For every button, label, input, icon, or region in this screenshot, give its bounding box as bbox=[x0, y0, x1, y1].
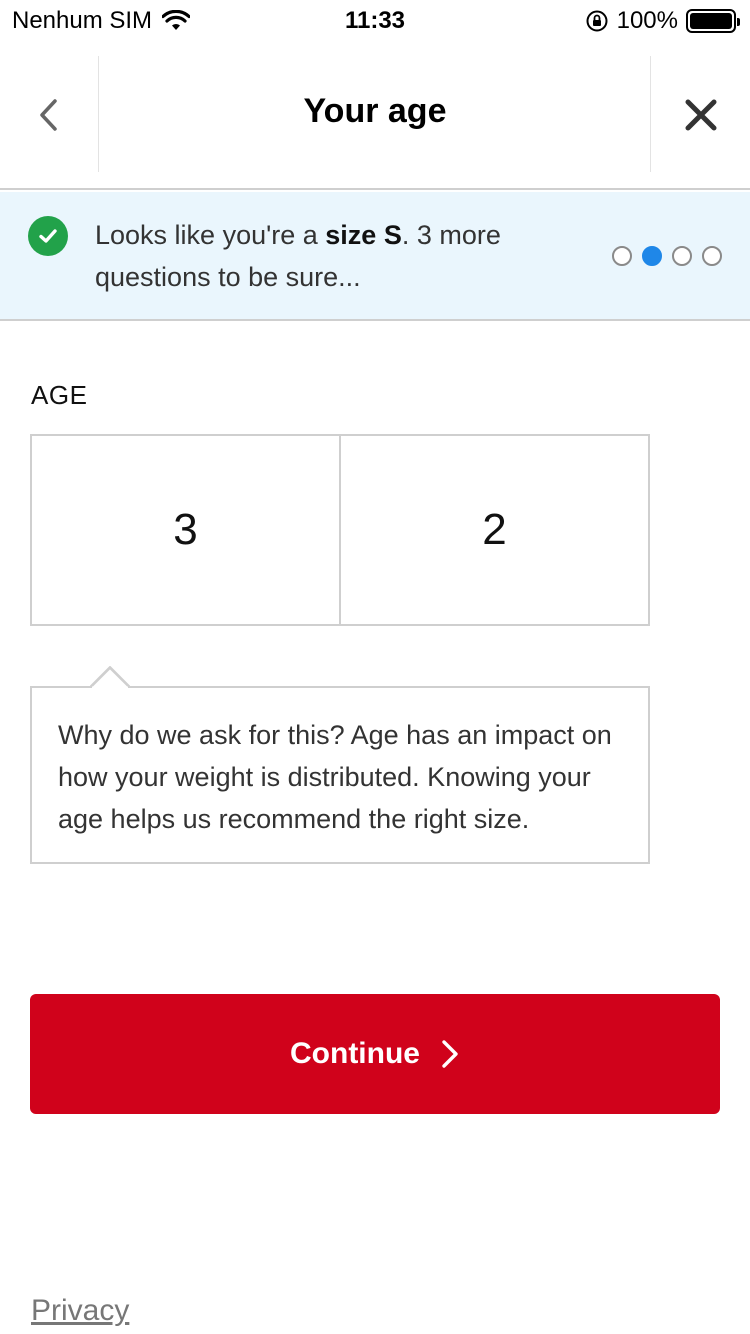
chevron-left-icon bbox=[40, 99, 57, 131]
status-right: 100% bbox=[585, 7, 740, 35]
close-icon bbox=[685, 99, 717, 131]
continue-button[interactable]: Continue bbox=[30, 994, 720, 1114]
progress-dot bbox=[672, 246, 692, 266]
progress-dot bbox=[612, 246, 632, 266]
orientation-lock-icon bbox=[586, 10, 608, 32]
battery-percent: 100% bbox=[616, 7, 678, 34]
continue-label: Continue bbox=[290, 1037, 420, 1070]
size-result: size S bbox=[325, 220, 402, 250]
privacy-link[interactable]: Privacy bbox=[31, 1294, 129, 1328]
age-input[interactable]: 3 2 bbox=[30, 434, 650, 626]
chevron-right-icon bbox=[442, 1040, 458, 1068]
banner-prefix: Looks like you're a bbox=[95, 220, 326, 250]
banner-message: Looks like you're a size S. 3 more quest… bbox=[95, 214, 575, 298]
tooltip-arrow-border bbox=[91, 666, 129, 688]
tooltip-text: Why do we ask for this? Age has an impac… bbox=[58, 720, 612, 834]
status-bar: Nenhum SIM 11:33 100% bbox=[0, 0, 750, 40]
check-icon bbox=[28, 216, 68, 256]
battery-icon bbox=[686, 9, 740, 33]
age-digit-2[interactable]: 2 bbox=[339, 436, 648, 624]
progress-dot-active bbox=[642, 246, 662, 266]
divider bbox=[650, 56, 651, 172]
info-tooltip: Why do we ask for this? Age has an impac… bbox=[30, 686, 650, 864]
progress-dot bbox=[702, 246, 722, 266]
nav-header: Your age bbox=[0, 40, 750, 190]
back-button[interactable] bbox=[0, 58, 98, 172]
age-digit-1[interactable]: 3 bbox=[32, 436, 339, 624]
page-title: Your age bbox=[303, 92, 447, 130]
age-label: AGE bbox=[31, 380, 88, 410]
size-banner: Looks like you're a size S. 3 more quest… bbox=[0, 192, 750, 321]
divider bbox=[98, 56, 99, 172]
progress-dots bbox=[612, 246, 722, 266]
close-button[interactable] bbox=[652, 58, 750, 172]
